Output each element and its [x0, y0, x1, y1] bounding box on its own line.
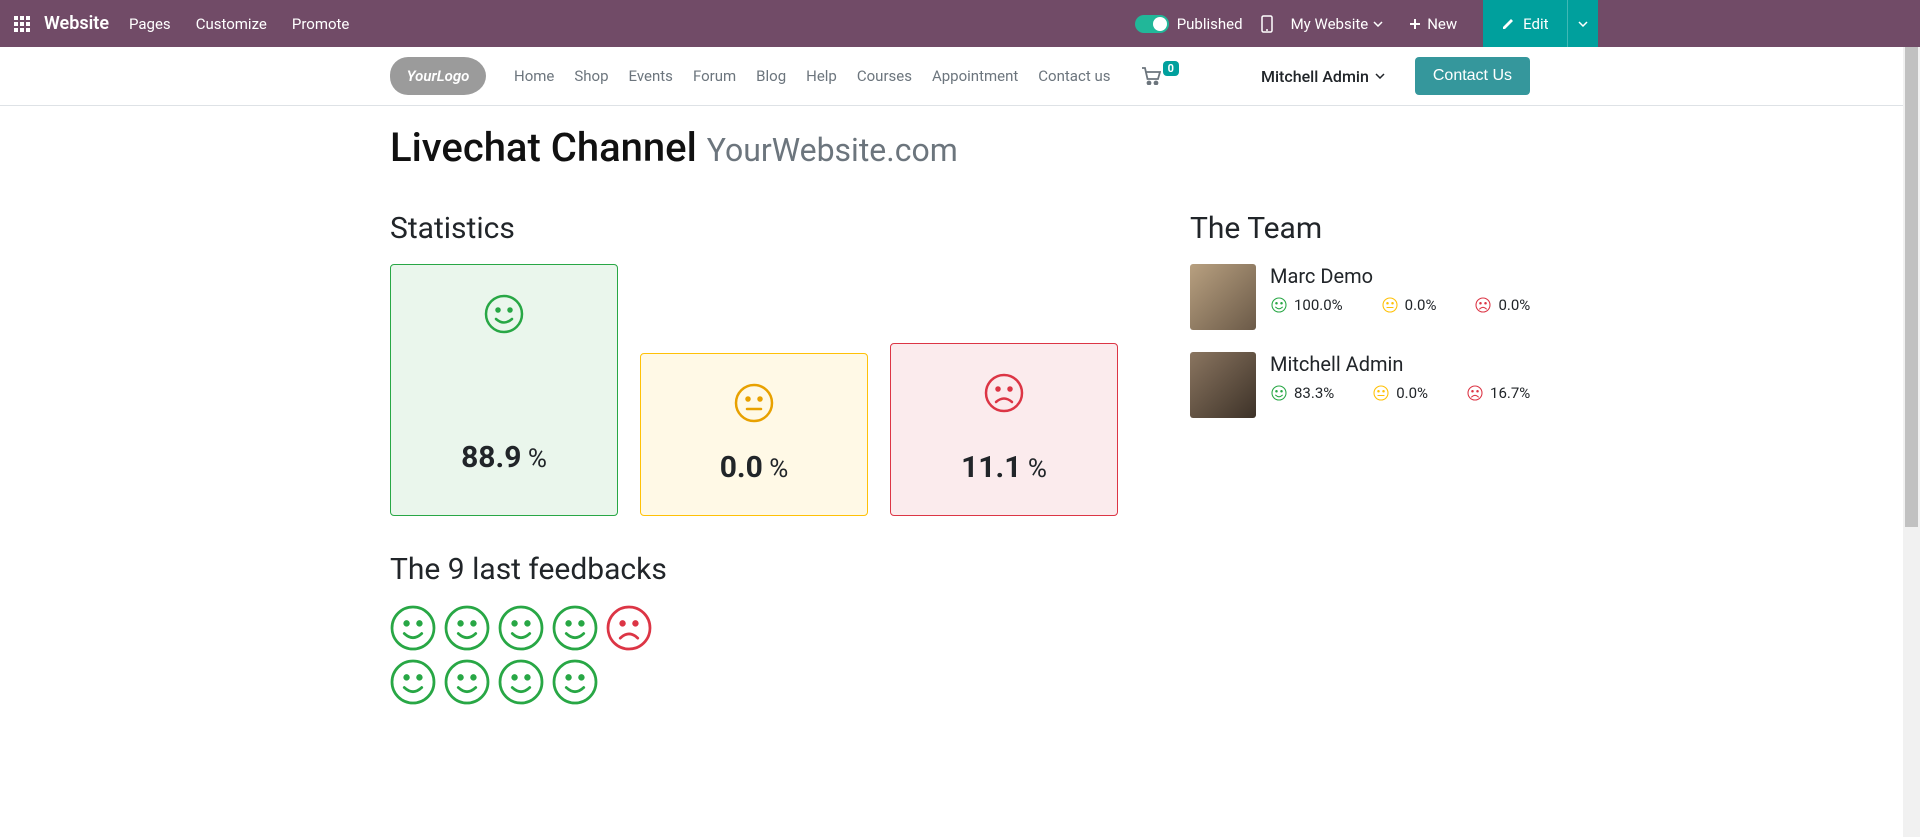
pencil-icon [1501, 17, 1515, 31]
stat-neutral-value: 0.0 [720, 450, 763, 485]
caret-down-icon [1373, 21, 1383, 27]
site-nav: Home Shop Events Forum Blog Help Courses… [514, 67, 1110, 85]
stat-box-happy: 88.9 % [390, 264, 618, 516]
happy-face-icon[interactable] [552, 605, 598, 651]
neutral-face-icon [733, 382, 775, 424]
percent-sign: % [763, 454, 789, 484]
neutral-face-icon [1381, 296, 1399, 314]
admin-brand[interactable]: Website [44, 13, 129, 34]
contact-us-button[interactable]: Contact Us [1415, 57, 1530, 95]
stat-box-sad: 11.1 % [890, 343, 1118, 516]
mobile-preview-icon[interactable] [1261, 15, 1273, 33]
nav-blog[interactable]: Blog [756, 67, 786, 85]
scrollbar[interactable] [1903, 47, 1920, 837]
member-sad-value: 16.7% [1490, 384, 1530, 402]
nav-help[interactable]: Help [806, 67, 837, 85]
page-title-sub: YourWebsite.com [707, 131, 958, 169]
scrollbar-thumb[interactable] [1905, 47, 1918, 527]
member-neutral-value: 0.0% [1405, 296, 1437, 314]
plus-icon [1409, 18, 1421, 30]
feedbacks-grid [390, 605, 690, 705]
avatar [1190, 264, 1256, 330]
nav-forum[interactable]: Forum [693, 67, 736, 85]
stat-happy-value: 88.9 [461, 440, 521, 475]
happy-face-icon[interactable] [390, 605, 436, 651]
page-content: Livechat Channel YourWebsite.com Statist… [380, 106, 1540, 705]
happy-face-icon[interactable] [444, 605, 490, 651]
feedbacks-heading: The 9 last feedbacks [390, 552, 1150, 587]
stat-box-neutral: 0.0 % [640, 353, 868, 516]
caret-down-icon [1578, 21, 1588, 27]
happy-face-icon [1270, 296, 1288, 314]
logo-text: YourLogo [407, 67, 470, 85]
admin-menu-pages[interactable]: Pages [129, 15, 171, 33]
new-button[interactable]: New [1401, 15, 1465, 33]
page-title-main: Livechat Channel [390, 124, 697, 171]
sad-face-icon [1474, 296, 1492, 314]
happy-face-icon[interactable] [498, 605, 544, 651]
cart-icon [1141, 67, 1161, 85]
member-sad-value: 0.0% [1498, 296, 1530, 314]
statistics-heading: Statistics [390, 211, 1150, 246]
published-label: Published [1177, 15, 1243, 33]
sad-face-icon [983, 372, 1025, 414]
member-happy-value: 100.0% [1294, 296, 1343, 314]
cart-button[interactable]: 0 [1141, 67, 1181, 85]
sad-face-icon [1466, 384, 1484, 402]
page-title: Livechat Channel YourWebsite.com [390, 124, 1530, 171]
toggle-switch-icon[interactable] [1135, 15, 1169, 33]
website-switcher-label: My Website [1291, 15, 1369, 33]
avatar [1190, 352, 1256, 418]
statistics-row: 88.9 % 0.0 % 11.1 % [390, 264, 1150, 516]
nav-appointment[interactable]: Appointment [932, 67, 1018, 85]
percent-sign: % [521, 444, 547, 474]
percent-sign: % [1021, 454, 1047, 484]
happy-face-icon [1270, 384, 1288, 402]
admin-menu: Pages Customize Promote [129, 15, 349, 33]
neutral-face-icon [1372, 384, 1390, 402]
member-neutral-value: 0.0% [1396, 384, 1428, 402]
cart-count-badge: 0 [1163, 61, 1179, 76]
apps-grid-icon[interactable] [0, 16, 44, 32]
edit-button[interactable]: Edit [1483, 0, 1566, 47]
site-header: YourLogo Home Shop Events Forum Blog Hel… [390, 47, 1530, 105]
member-stats: 83.3% 0.0% 16.7% [1270, 384, 1530, 402]
member-happy-value: 83.3% [1294, 384, 1334, 402]
nav-home[interactable]: Home [514, 67, 554, 85]
nav-courses[interactable]: Courses [857, 67, 912, 85]
member-name: Marc Demo [1270, 264, 1530, 288]
team-list: Marc Demo 100.0% 0.0% 0.0% Mitchell Admi… [1190, 264, 1530, 418]
team-heading: The Team [1190, 211, 1530, 246]
website-switcher[interactable]: My Website [1291, 15, 1384, 33]
team-member: Marc Demo 100.0% 0.0% 0.0% [1190, 264, 1530, 330]
user-menu-label: Mitchell Admin [1261, 67, 1369, 86]
happy-face-icon [483, 293, 525, 335]
admin-menu-promote[interactable]: Promote [292, 15, 350, 33]
happy-face-icon[interactable] [552, 659, 598, 705]
admin-menu-customize[interactable]: Customize [196, 15, 267, 33]
new-button-label: New [1427, 15, 1457, 33]
happy-face-icon[interactable] [498, 659, 544, 705]
team-member: Mitchell Admin 83.3% 0.0% 16.7% [1190, 352, 1530, 418]
admin-top-bar: Website Pages Customize Promote Publishe… [0, 0, 1920, 47]
edit-button-label: Edit [1523, 15, 1548, 33]
happy-face-icon[interactable] [444, 659, 490, 705]
member-stats: 100.0% 0.0% 0.0% [1270, 296, 1530, 314]
user-menu[interactable]: Mitchell Admin [1261, 67, 1385, 86]
caret-down-icon [1375, 73, 1385, 79]
nav-contact[interactable]: Contact us [1038, 67, 1110, 85]
member-name: Mitchell Admin [1270, 352, 1530, 376]
edit-button-caret[interactable] [1567, 0, 1598, 47]
nav-events[interactable]: Events [629, 67, 673, 85]
site-logo[interactable]: YourLogo [390, 57, 486, 95]
nav-shop[interactable]: Shop [574, 67, 608, 85]
stat-sad-value: 11.1 [961, 450, 1021, 485]
sad-face-icon[interactable] [606, 605, 652, 651]
published-toggle[interactable]: Published [1135, 15, 1243, 33]
happy-face-icon[interactable] [390, 659, 436, 705]
